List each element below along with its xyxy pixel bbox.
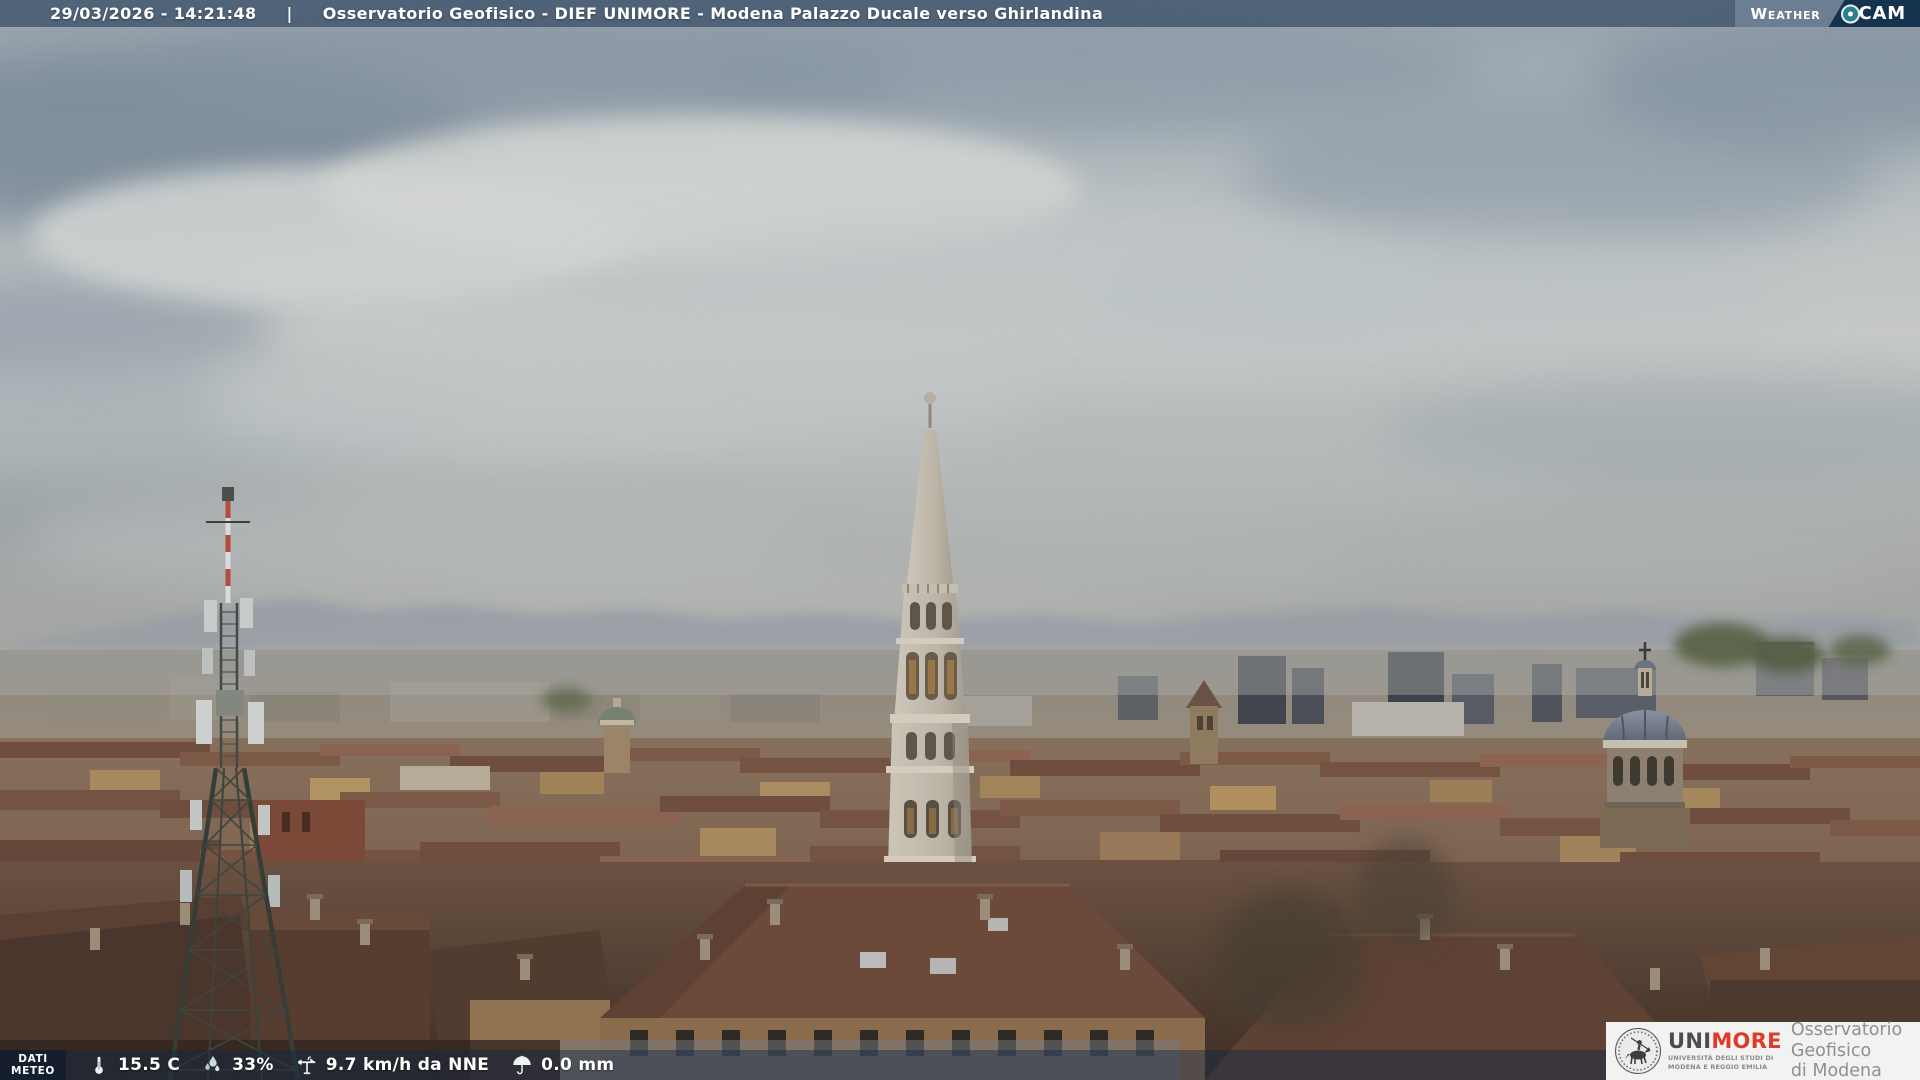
- bare-tree: [1215, 890, 1365, 1030]
- precipitation-item: 0.0 mm: [511, 1054, 614, 1076]
- unimore-logo-box: UNIMORE UNIVERSITÀ DEGLI STUDI DI MODENA…: [1606, 1020, 1920, 1080]
- observatory-name: Osservatorio Geofisico di Modena: [1791, 1020, 1920, 1080]
- meteo-label-line1: DATI: [18, 1052, 48, 1065]
- meteo-label-line2: METEO: [11, 1065, 55, 1077]
- unimore-uni-text: UNI: [1668, 1029, 1712, 1054]
- umbrella-icon: [513, 1055, 531, 1075]
- observatory-name-line1: Osservatorio Geofisico: [1790, 1020, 1903, 1061]
- separator: |: [286, 4, 293, 23]
- temperature-value: 15.5 C: [118, 1055, 181, 1075]
- webcam-frame: 29/03/2026 - 14:21:48 | Osservatorio Geo…: [0, 0, 1920, 1080]
- observatory-name-line2: di Modena: [1790, 1061, 1882, 1080]
- unimore-wordmark: UNIMORE UNIVERSITÀ DEGLI STUDI DI MODENA…: [1668, 1031, 1782, 1071]
- humidity-drops-icon: [205, 1055, 220, 1072]
- green-tree: [541, 688, 591, 712]
- unimore-tagline-line2: MODENA E REGGIO EMILIA: [1668, 1062, 1768, 1071]
- humidity-value: 33%: [232, 1055, 274, 1075]
- precipitation-value: 0.0 mm: [541, 1055, 615, 1075]
- info-bar: 29/03/2026 - 14:21:48 | Osservatorio Geo…: [0, 0, 1920, 27]
- meteo-data-label: DATI METEO: [0, 1050, 66, 1080]
- wind-vane-icon: [297, 1056, 315, 1075]
- camera-lens-icon: [1841, 4, 1860, 23]
- humidity-item: 33%: [202, 1054, 274, 1076]
- city-panorama: [0, 0, 1920, 1080]
- striped-mast: [225, 501, 231, 603]
- unimore-seal-icon: [1615, 1028, 1661, 1074]
- green-tree: [1830, 635, 1890, 665]
- thermometer-icon: [95, 1056, 103, 1074]
- unimore-more-text: MORE: [1711, 1029, 1782, 1054]
- green-tree: [1752, 637, 1824, 673]
- bare-tree: [1357, 840, 1453, 950]
- timestamp: 29/03/2026 - 14:21:48: [50, 4, 257, 23]
- unimore-tagline-line1: UNIVERSITÀ DEGLI STUDI DI: [1668, 1054, 1774, 1063]
- wind-item: 9.7 km/h da NNE: [296, 1054, 489, 1076]
- page-title: Osservatorio Geofisico - DIEF UNIMORE - …: [322, 4, 1104, 23]
- wind-value: 9.7 km/h da NNE: [325, 1055, 490, 1075]
- temperature-item: 15.5 C: [88, 1054, 180, 1076]
- weathercam-logo: Weather CAM: [1734, 0, 1920, 27]
